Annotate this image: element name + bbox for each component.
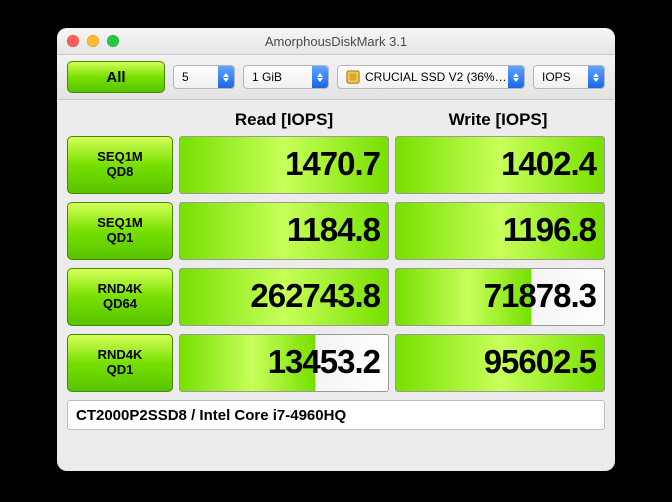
run-all-label: All [106, 69, 125, 86]
seq1m-qd8-button[interactable]: SEQ1M QD8 [67, 136, 173, 194]
stepper-icon [312, 66, 328, 88]
write-cell: 1196.8 [395, 202, 605, 260]
row-label-1: RND4K [98, 282, 143, 297]
write-value: 71878.3 [484, 277, 596, 315]
row-label-1: RND4K [98, 348, 143, 363]
stepper-icon [588, 66, 604, 88]
stepper-icon [218, 66, 234, 88]
table-row: RND4K QD64 262743.8 71878.3 [67, 268, 605, 326]
run-all-button[interactable]: All [67, 61, 165, 93]
read-value: 1470.7 [285, 145, 380, 183]
size-value: 1 GiB [252, 70, 282, 84]
toolbar: All 5 1 GiB CRUCIAL SSD V2 (36%… IOPS [57, 55, 615, 100]
close-icon[interactable] [67, 35, 79, 47]
write-value: 1402.4 [501, 145, 596, 183]
zoom-icon[interactable] [107, 35, 119, 47]
write-cell: 1402.4 [395, 136, 605, 194]
table-row: SEQ1M QD1 1184.8 1196.8 [67, 202, 605, 260]
write-value: 1196.8 [503, 211, 596, 249]
read-header: Read [IOPS] [177, 110, 391, 130]
rnd4k-qd64-button[interactable]: RND4K QD64 [67, 268, 173, 326]
row-label-2: QD1 [107, 363, 134, 378]
window-title: AmorphousDiskMark 3.1 [57, 34, 615, 49]
read-cell: 1470.7 [179, 136, 389, 194]
read-value: 13453.2 [268, 343, 380, 381]
titlebar[interactable]: AmorphousDiskMark 3.1 [57, 28, 615, 55]
write-cell: 71878.3 [395, 268, 605, 326]
description-value: CT2000P2SSD8 / Intel Core i7-4960HQ [76, 407, 346, 424]
app-window: AmorphousDiskMark 3.1 All 5 1 GiB CRUCIA… [57, 28, 615, 471]
unit-value: IOPS [542, 70, 571, 84]
read-cell: 262743.8 [179, 268, 389, 326]
write-cell: 95602.5 [395, 334, 605, 392]
read-cell: 1184.8 [179, 202, 389, 260]
disk-icon [346, 70, 360, 84]
rnd4k-qd1-button[interactable]: RND4K QD1 [67, 334, 173, 392]
table-row: SEQ1M QD8 1470.7 1402.4 [67, 136, 605, 194]
unit-select[interactable]: IOPS [533, 65, 605, 89]
read-cell: 13453.2 [179, 334, 389, 392]
table-row: RND4K QD1 13453.2 95602.5 [67, 334, 605, 392]
description-input[interactable]: CT2000P2SSD8 / Intel Core i7-4960HQ [67, 400, 605, 430]
row-label-1: SEQ1M [97, 216, 143, 231]
runs-select[interactable]: 5 [173, 65, 235, 89]
size-select[interactable]: 1 GiB [243, 65, 329, 89]
row-label-2: QD1 [107, 231, 134, 246]
row-label-1: SEQ1M [97, 150, 143, 165]
read-value: 262743.8 [250, 277, 380, 315]
row-label-2: QD8 [107, 165, 134, 180]
column-headers: Read [IOPS] Write [IOPS] [67, 100, 605, 136]
seq1m-qd1-button[interactable]: SEQ1M QD1 [67, 202, 173, 260]
disk-select[interactable]: CRUCIAL SSD V2 (36%… [337, 65, 525, 89]
window-controls [67, 35, 119, 47]
stepper-icon [508, 66, 524, 88]
write-header: Write [IOPS] [391, 110, 605, 130]
row-label-2: QD64 [103, 297, 137, 312]
content: Read [IOPS] Write [IOPS] SEQ1M QD8 1470.… [57, 100, 615, 440]
minimize-icon[interactable] [87, 35, 99, 47]
disk-value: CRUCIAL SSD V2 (36%… [365, 70, 508, 84]
runs-value: 5 [182, 70, 189, 84]
read-value: 1184.8 [287, 211, 380, 249]
write-value: 95602.5 [484, 343, 596, 381]
